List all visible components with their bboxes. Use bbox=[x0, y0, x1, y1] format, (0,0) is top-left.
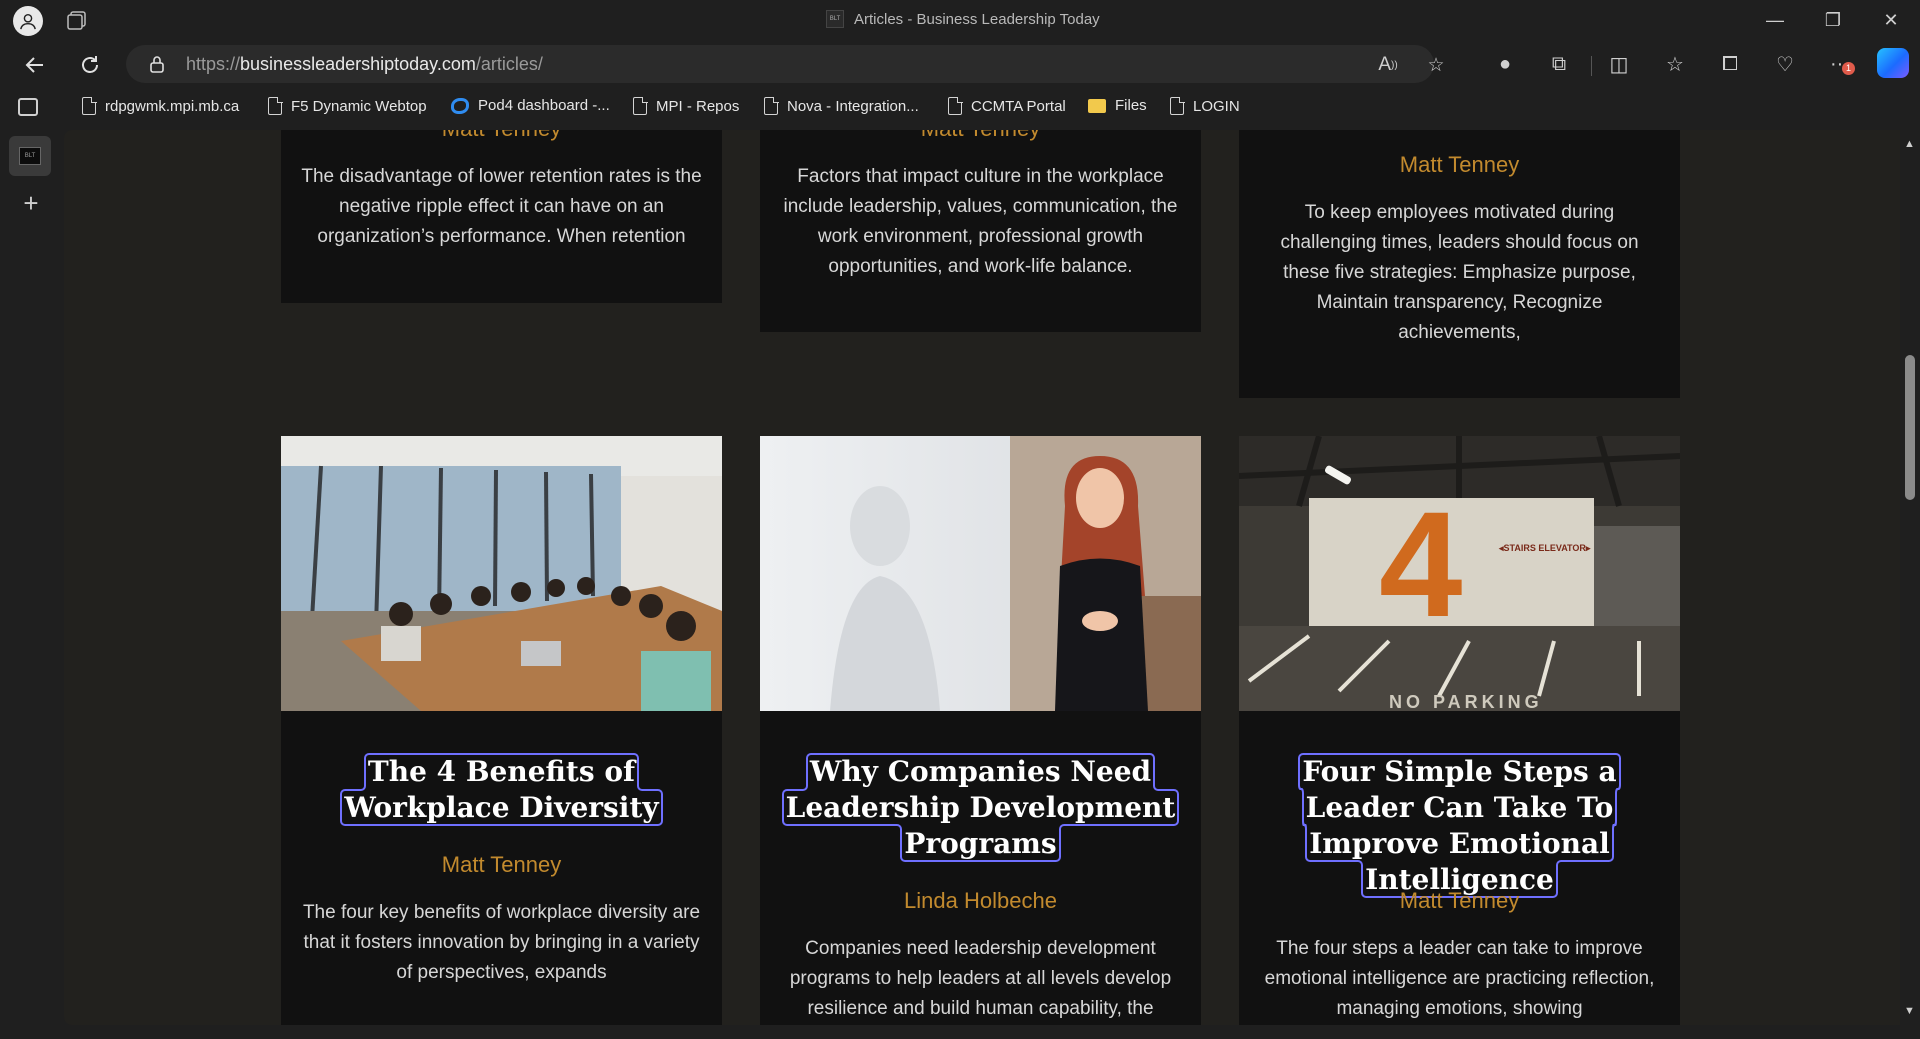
bookmark-login[interactable]: LOGIN bbox=[1170, 96, 1240, 115]
no-parking-floor-text: NO PARKING bbox=[1389, 692, 1543, 711]
article-card[interactable]: Matt Tenney Factors that impact culture … bbox=[760, 130, 1201, 332]
article-excerpt: The disadvantage of lower retention rate… bbox=[301, 166, 702, 247]
article-author[interactable]: Matt Tenney bbox=[760, 130, 1201, 142]
refresh-icon bbox=[82, 56, 98, 73]
url-text[interactable]: https://businessleadershiptoday.com/arti… bbox=[186, 54, 543, 75]
site-favicon-icon: BLT bbox=[826, 10, 844, 28]
workspaces-icon[interactable] bbox=[66, 10, 88, 30]
bookmark-ccmta-portal[interactable]: CCMTA Portal bbox=[948, 96, 1066, 115]
site-favicon-icon: BLT bbox=[19, 147, 41, 165]
copilot-icon[interactable] bbox=[1877, 48, 1909, 78]
tab-business-leadership-today[interactable]: BLT bbox=[9, 136, 51, 176]
article-title-link[interactable]: The 4 Benefits of Workplace Diversity bbox=[296, 753, 707, 826]
refresh-button[interactable] bbox=[73, 48, 107, 82]
document-icon bbox=[1170, 96, 1185, 115]
address-bar[interactable]: https://businessleadershiptoday.com/arti… bbox=[126, 45, 1445, 83]
article-author[interactable]: Matt Tenney bbox=[1239, 152, 1680, 178]
folder-icon bbox=[1088, 98, 1106, 113]
browser-essentials-icon[interactable]: ♡ bbox=[1767, 46, 1803, 82]
bookmark-nova-integration[interactable]: Nova - Integration... bbox=[764, 96, 919, 115]
document-icon bbox=[268, 96, 283, 115]
window-title: BLT Articles - Business Leadership Today bbox=[826, 10, 1100, 28]
article-card[interactable]: Matt Tenney To keep employees motivated … bbox=[1239, 130, 1680, 398]
navigation-bar: https://businessleadershiptoday.com/arti… bbox=[0, 40, 1920, 88]
article-title-link[interactable]: Four Simple Steps a Leader Can Take To I… bbox=[1254, 753, 1665, 898]
document-icon bbox=[764, 96, 779, 115]
favorite-star-icon[interactable]: ☆ bbox=[1424, 53, 1448, 77]
article-author[interactable]: Matt Tenney bbox=[1239, 888, 1680, 914]
restore-button[interactable]: ❐ bbox=[1804, 0, 1862, 40]
scroll-down-arrow-icon[interactable]: ▼ bbox=[1904, 1005, 1915, 1017]
tab-actions-icon[interactable] bbox=[18, 98, 38, 116]
close-button[interactable]: ✕ bbox=[1862, 0, 1920, 40]
back-arrow-icon bbox=[25, 57, 43, 73]
page-scrollbar[interactable]: ▲ ▼ bbox=[1900, 130, 1920, 1025]
article-excerpt: Companies need leadership development pr… bbox=[789, 938, 1172, 1019]
extensions-icon[interactable]: ⧉ bbox=[1541, 46, 1577, 82]
lock-icon[interactable] bbox=[148, 55, 166, 73]
favorites-icon[interactable]: ☆ bbox=[1657, 46, 1693, 82]
profile-avatar-icon[interactable] bbox=[13, 6, 43, 36]
back-button[interactable] bbox=[18, 48, 52, 82]
title-bar: BLT Articles - Business Leadership Today… bbox=[0, 0, 1920, 40]
extension-puzzle-dark-icon[interactable]: ● bbox=[1487, 46, 1523, 82]
floor-number-text: 4 bbox=[1379, 480, 1462, 648]
document-icon bbox=[948, 96, 963, 115]
article-excerpt: Factors that impact culture in the workp… bbox=[783, 166, 1178, 277]
bookmark-f5-webtop[interactable]: F5 Dynamic Webtop bbox=[268, 96, 427, 115]
woman-at-whiteboard-photo[interactable] bbox=[760, 436, 1201, 711]
scroll-up-arrow-icon[interactable]: ▲ bbox=[1904, 138, 1915, 150]
scrollbar-thumb[interactable] bbox=[1905, 355, 1915, 500]
window-controls: — ❐ ✕ bbox=[1746, 0, 1920, 40]
article-author[interactable]: Matt Tenney bbox=[281, 130, 722, 142]
toolbar-divider bbox=[1591, 56, 1592, 76]
bookmark-mpi-repos[interactable]: MPI - Repos bbox=[633, 96, 739, 115]
article-excerpt: The four steps a leader can take to impr… bbox=[1264, 938, 1655, 1019]
notification-badge: 1 bbox=[1842, 62, 1855, 75]
article-excerpt: The four key benefits of workplace diver… bbox=[302, 902, 701, 983]
new-tab-plus-icon[interactable]: + bbox=[18, 190, 44, 216]
bookmarks-bar: rdpgwmk.mpi.mb.ca F5 Dynamic Webtop Pod4… bbox=[0, 88, 1920, 128]
split-screen-icon[interactable]: ◫ bbox=[1601, 46, 1637, 82]
article-title-link[interactable]: Why Companies Need Leadership Developmen… bbox=[775, 753, 1186, 862]
page-content: Matt Tenney The disadvantage of lower re… bbox=[64, 130, 1900, 1025]
azure-devops-icon bbox=[451, 97, 469, 114]
article-excerpt: To keep employees motivated during chall… bbox=[1280, 202, 1639, 343]
article-author[interactable]: Linda Holbeche bbox=[760, 888, 1201, 914]
document-icon bbox=[82, 96, 97, 115]
window-title-text: Articles - Business Leadership Today bbox=[854, 10, 1100, 28]
article-author[interactable]: Matt Tenney bbox=[281, 852, 722, 878]
article-card[interactable]: 4 ◂STAIRS ELEVATOR▸ NO PARKING Four Simp… bbox=[1239, 436, 1680, 1025]
bookmark-pod4-dashboard[interactable]: Pod4 dashboard -... bbox=[451, 97, 610, 114]
article-card[interactable]: The 4 Benefits of Workplace Diversity Ma… bbox=[281, 436, 722, 1025]
collections-icon[interactable]: ⧠ bbox=[1712, 46, 1748, 82]
stairs-elevator-sign-text: ◂STAIRS ELEVATOR▸ bbox=[1498, 543, 1591, 553]
bookmark-files[interactable]: Files bbox=[1088, 97, 1147, 114]
bookmark-rdpgwmk[interactable]: rdpgwmk.mpi.mb.ca bbox=[82, 96, 239, 115]
vertical-tabs-sidebar: BLT + bbox=[0, 128, 62, 1039]
parking-garage-photo[interactable]: 4 ◂STAIRS ELEVATOR▸ NO PARKING bbox=[1239, 436, 1680, 711]
minimize-button[interactable]: — bbox=[1746, 0, 1804, 40]
article-card[interactable]: Matt Tenney The disadvantage of lower re… bbox=[281, 130, 722, 303]
read-aloud-icon[interactable]: A)) bbox=[1376, 53, 1400, 77]
article-card[interactable]: Why Companies Need Leadership Developmen… bbox=[760, 436, 1201, 1025]
conference-room-meeting-photo[interactable] bbox=[281, 436, 722, 711]
document-icon bbox=[633, 96, 648, 115]
